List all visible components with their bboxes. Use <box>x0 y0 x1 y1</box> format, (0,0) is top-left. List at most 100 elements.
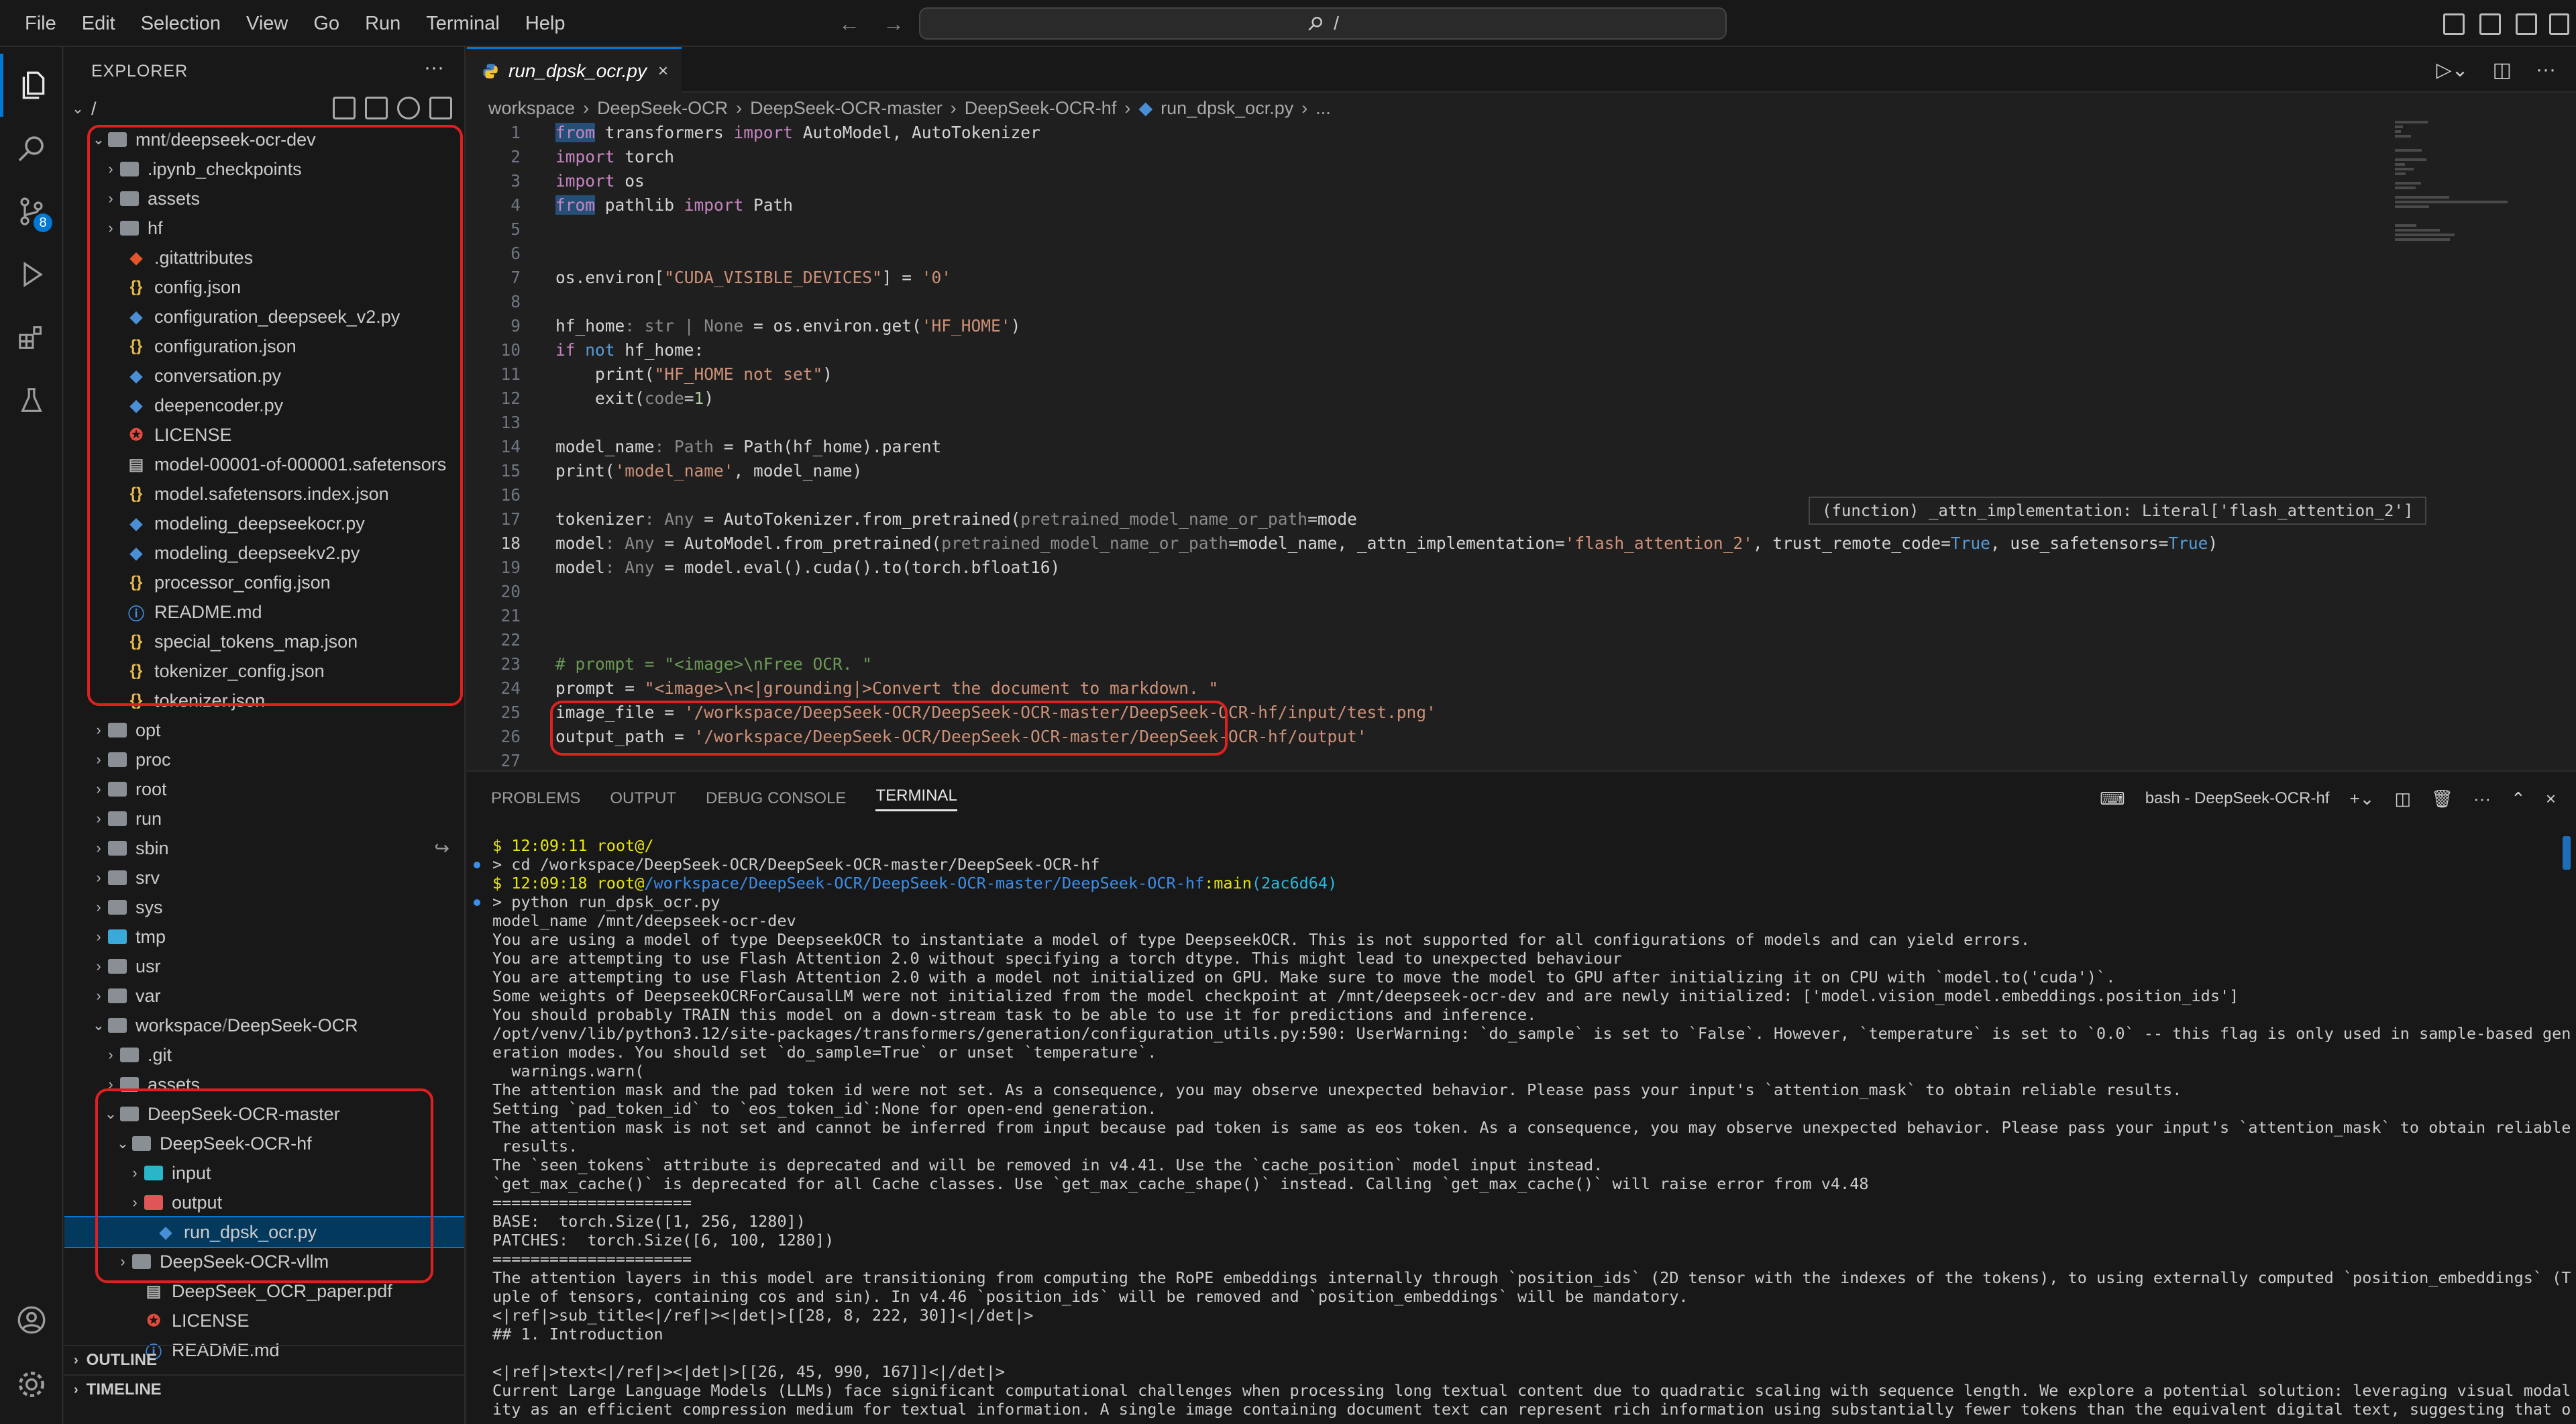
new-file-icon[interactable] <box>333 97 356 119</box>
tree-folder-ocr-hf[interactable]: ⌄ DeepSeek-OCR-hf <box>64 1129 464 1158</box>
run-python-icon[interactable]: ▷⌄ <box>2436 58 2468 82</box>
menu-view[interactable]: View <box>233 0 301 47</box>
tree-item[interactable]: ◆ .gitattributes <box>64 243 464 272</box>
menu-file[interactable]: File <box>12 0 69 47</box>
search-icon[interactable] <box>0 117 63 180</box>
tree-folder-workspace[interactable]: ⌄ workspace / DeepSeek-OCR <box>64 1011 464 1040</box>
tree-item[interactable]: {} special_tokens_map.json <box>64 627 464 656</box>
maximize-panel-icon[interactable]: ⌃ <box>2511 789 2526 809</box>
menu-edit[interactable]: Edit <box>69 0 128 47</box>
tree-item[interactable]: {} configuration.json <box>64 332 464 361</box>
breadcrumb-item[interactable]: ... <box>1316 98 1331 119</box>
tree-item[interactable]: › assets <box>64 184 464 213</box>
tab-run-dpsk-ocr[interactable]: run_dpsk_ocr.py × <box>467 47 682 93</box>
json-file-icon: {} <box>129 278 143 296</box>
tree-folder[interactable]: › var <box>64 981 464 1011</box>
timeline-section[interactable]: › TIMELINE <box>64 1374 464 1404</box>
new-folder-icon[interactable] <box>365 97 388 119</box>
tab-problems[interactable]: PROBLEMS <box>491 789 580 808</box>
tab-debug-console[interactable]: DEBUG CONSOLE <box>706 789 846 808</box>
terminal-output[interactable]: $ 12:09:11 root@/> cd /workspace/DeepSee… <box>467 836 2576 1419</box>
explorer-icon[interactable] <box>0 54 63 117</box>
terminal-title[interactable]: bash - DeepSeek-OCR-hf <box>2145 789 2330 808</box>
breadcrumb-item[interactable]: run_dpsk_ocr.py <box>1161 98 1293 119</box>
refresh-icon[interactable] <box>397 97 420 119</box>
settings-gear-icon[interactable] <box>0 1353 63 1416</box>
tree-file-active[interactable]: ◆ run_dpsk_ocr.py <box>64 1216 464 1248</box>
minimap[interactable] <box>2395 121 2556 356</box>
close-panel-icon[interactable]: × <box>2546 789 2556 809</box>
toggle-secondary-sidebar-icon[interactable] <box>2516 13 2537 35</box>
tree-item-label: workspace <box>136 1015 223 1035</box>
trash-icon[interactable]: 🗑 <box>2431 789 2453 809</box>
tree-item[interactable]: {} model.safetensors.index.json <box>64 479 464 509</box>
outline-section[interactable]: › OUTLINE <box>64 1345 464 1374</box>
tree-item[interactable]: ◆ configuration_deepseek_v2.py <box>64 302 464 332</box>
terminal-scrollbar[interactable] <box>2563 836 2571 870</box>
tree-folder[interactable]: › sbin ↪ <box>64 833 464 863</box>
more-actions-icon[interactable]: ··· <box>424 56 444 79</box>
tree-folder[interactable]: › sys <box>64 893 464 922</box>
tree-item[interactable]: › .ipynb_checkpoints <box>64 154 464 184</box>
testing-flask-icon[interactable] <box>0 369 63 432</box>
tree-item[interactable]: ◆ modeling_deepseekocr.py <box>64 509 464 538</box>
breadcrumb-item[interactable]: workspace <box>488 98 575 119</box>
breadcrumb-item[interactable]: DeepSeek-OCR-master <box>750 98 943 119</box>
tree-folder[interactable]: › opt <box>64 715 464 745</box>
extensions-icon[interactable] <box>0 306 63 369</box>
customize-layout-icon[interactable] <box>2549 13 2569 35</box>
tree-folder-ocr-master[interactable]: ⌄ DeepSeek-OCR-master <box>64 1099 464 1129</box>
tree-item[interactable]: ◆ modeling_deepseekv2.py <box>64 538 464 568</box>
tree-item[interactable]: ▤ DeepSeek_OCR_paper.pdf <box>64 1276 464 1306</box>
tree-item[interactable]: {} config.json <box>64 272 464 302</box>
tree-folder[interactable]: › proc <box>64 745 464 774</box>
new-terminal-icon[interactable]: +⌄ <box>2349 789 2374 809</box>
account-icon[interactable] <box>0 1288 63 1352</box>
tree-item[interactable]: ⓘ README.md <box>64 597 464 627</box>
breadcrumb-item[interactable]: DeepSeek-OCR <box>597 98 728 119</box>
tree-item[interactable]: {} tokenizer_config.json <box>64 656 464 686</box>
tree-item[interactable]: ▤ model-00001-of-000001.safetensors <box>64 450 464 479</box>
tree-folder[interactable]: › root <box>64 774 464 804</box>
collapse-all-icon[interactable] <box>429 97 452 119</box>
tree-item[interactable]: › hf <box>64 213 464 243</box>
toggle-panel-icon[interactable] <box>2479 13 2501 35</box>
back-arrow-icon[interactable]: ← <box>839 11 860 36</box>
tree-folder[interactable]: › srv <box>64 863 464 893</box>
tree-item[interactable]: ◆ conversation.py <box>64 361 464 391</box>
tree-folder-input[interactable]: › input <box>64 1158 464 1188</box>
split-editor-icon[interactable]: ◫ <box>2493 58 2512 82</box>
split-terminal-icon[interactable]: ◫ <box>2394 789 2411 809</box>
tree-folder-mnt[interactable]: ⌄ mnt / deepseek-ocr-dev <box>64 125 464 154</box>
toggle-primary-sidebar-icon[interactable] <box>2443 13 2465 35</box>
command-center-search[interactable]: / <box>919 7 1727 40</box>
code-token: ) <box>704 389 714 408</box>
tree-folder[interactable]: › .git <box>64 1040 464 1070</box>
close-icon[interactable]: × <box>658 60 668 81</box>
more-actions-icon[interactable]: ··· <box>2536 58 2556 81</box>
more-actions-icon[interactable]: ··· <box>2473 789 2491 809</box>
tree-item[interactable]: {} tokenizer.json <box>64 686 464 715</box>
tree-folder[interactable]: › assets <box>64 1070 464 1099</box>
tree-item[interactable]: ✪ LICENSE <box>64 1306 464 1335</box>
menu-help[interactable]: Help <box>513 0 578 47</box>
tree-folder[interactable]: › run <box>64 804 464 833</box>
menu-go[interactable]: Go <box>301 0 352 47</box>
code-editor[interactable]: 1 from transformers import AutoModel, Aut… <box>467 121 2576 773</box>
tab-output[interactable]: OUTPUT <box>610 789 676 808</box>
tree-item[interactable]: › DeepSeek-OCR-vllm <box>64 1247 464 1276</box>
tree-folder-output[interactable]: › output <box>64 1188 464 1217</box>
menu-run[interactable]: Run <box>352 0 413 47</box>
tab-terminal[interactable]: TERMINAL <box>875 786 957 811</box>
menu-selection[interactable]: Selection <box>128 0 233 47</box>
forward-arrow-icon[interactable]: → <box>883 11 904 36</box>
breadcrumb-item[interactable]: DeepSeek-OCR-hf <box>965 98 1117 119</box>
tree-folder[interactable]: › tmp <box>64 922 464 952</box>
tree-item[interactable]: {} processor_config.json <box>64 568 464 597</box>
source-control-icon[interactable]: 8 <box>0 180 63 243</box>
tree-item[interactable]: ◆ deepencoder.py <box>64 391 464 420</box>
tree-item[interactable]: ✪ LICENSE <box>64 420 464 450</box>
menu-terminal[interactable]: Terminal <box>413 0 513 47</box>
run-debug-icon[interactable] <box>0 243 63 306</box>
tree-folder[interactable]: › usr <box>64 952 464 981</box>
